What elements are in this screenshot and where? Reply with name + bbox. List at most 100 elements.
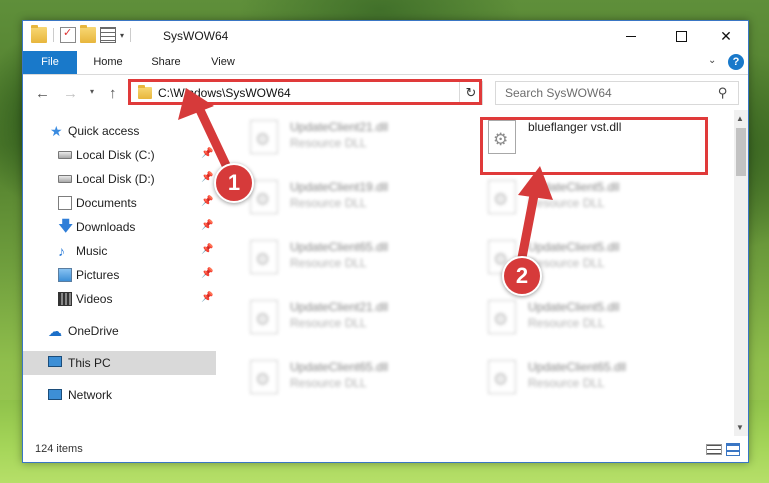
pin-icon[interactable]: 📌 <box>201 268 213 279</box>
up-button[interactable]: ↑ <box>109 85 117 102</box>
dll-file-icon <box>250 300 278 334</box>
file-item[interactable]: UpdateClient5.dll Resource DLL <box>484 296 704 350</box>
sidebar-item-videos[interactable]: Videos 📌 <box>23 288 216 310</box>
tab-file[interactable]: File <box>23 51 77 74</box>
recent-locations-button[interactable]: ▾ <box>90 87 94 96</box>
disk-icon <box>58 175 72 183</box>
search-icon[interactable]: ⚲ <box>718 85 728 101</box>
file-type: Resource DLL <box>528 196 605 210</box>
dll-file-icon <box>488 180 516 214</box>
item-count: 124 items <box>35 443 83 455</box>
file-name: UpdateClient21.dll <box>290 120 389 134</box>
tab-share[interactable]: Share <box>143 51 189 74</box>
pin-icon[interactable]: 📌 <box>201 196 213 207</box>
file-name: UpdateClient5.dll <box>528 300 620 314</box>
toolbar-separator <box>130 28 132 42</box>
file-item[interactable]: UpdateClient21.dll Resource DLL <box>246 116 466 170</box>
file-item[interactable]: UpdateClient65.dll Resource DLL <box>484 356 704 410</box>
file-item[interactable]: UpdateClient5.dll Resource DLL <box>484 176 704 230</box>
minimize-button[interactable] <box>608 21 654 51</box>
back-button[interactable]: ← <box>35 85 50 102</box>
pin-icon[interactable]: 📌 <box>201 292 213 303</box>
pc-icon <box>48 356 62 367</box>
dll-file-icon <box>488 360 516 394</box>
status-bar: 124 items <box>23 436 748 462</box>
file-type: Resource DLL <box>290 256 367 270</box>
ribbon-expand-icon[interactable]: ⌄ <box>708 55 716 66</box>
ribbon-tabs: File Home Share View ⌄ ? <box>23 51 748 75</box>
sidebar-item-label: Videos <box>76 292 113 306</box>
file-item[interactable]: UpdateClient65.dll Resource DLL <box>246 236 466 290</box>
dll-file-icon <box>250 180 278 214</box>
view-icon[interactable] <box>100 27 116 43</box>
sidebar-item-documents[interactable]: Documents 📌 <box>23 192 216 214</box>
sidebar-item-label: Network <box>68 388 113 402</box>
details-view-icon[interactable] <box>706 444 722 455</box>
quick-access-toolbar: ▾ <box>31 25 133 43</box>
toolbar-separator <box>53 28 54 42</box>
sidebar-item-this-pc[interactable]: This PC <box>23 351 216 375</box>
file-item[interactable]: UpdateClient65.dll Resource DLL <box>246 356 466 410</box>
sidebar-item-onedrive[interactable]: ☁ OneDrive <box>23 320 216 342</box>
disk-icon <box>58 151 72 159</box>
network-icon <box>48 389 62 400</box>
forward-button[interactable]: → <box>63 85 78 102</box>
tab-view[interactable]: View <box>201 51 245 74</box>
sidebar-item-music[interactable]: ♪ Music 📌 <box>23 240 216 262</box>
scroll-down-icon[interactable]: ▼ <box>736 423 744 432</box>
pictures-icon <box>58 268 72 282</box>
file-item[interactable]: UpdateClient19.dll Resource DLL <box>246 176 466 230</box>
sidebar-item-quick-access[interactable]: ★ Quick access <box>23 120 216 142</box>
new-folder-icon[interactable] <box>80 25 96 43</box>
tiles-view-icon[interactable] <box>726 443 740 456</box>
title-bar: ▾ SysWOW64 ✕ <box>23 21 748 51</box>
close-button[interactable]: ✕ <box>703 21 749 51</box>
file-type: Resource DLL <box>290 196 367 210</box>
file-name: UpdateClient19.dll <box>290 180 389 194</box>
sidebar-item-local-disk-c[interactable]: Local Disk (C:) 📌 <box>23 144 216 166</box>
maximize-button[interactable] <box>658 21 704 51</box>
search-input[interactable]: Search SysWOW64 ⚲ <box>495 81 739 105</box>
file-name: UpdateClient65.dll <box>528 360 627 374</box>
file-name: UpdateClient65.dll <box>290 240 389 254</box>
file-name: UpdateClient5.dll <box>528 180 620 194</box>
sidebar-item-local-disk-d[interactable]: Local Disk (D:) 📌 <box>23 168 216 190</box>
dll-file-icon <box>488 300 516 334</box>
pin-icon[interactable]: 📌 <box>201 148 213 159</box>
sidebar-item-network[interactable]: Network <box>23 384 216 406</box>
help-icon[interactable]: ? <box>728 54 744 70</box>
scrollbar-thumb[interactable] <box>736 128 746 176</box>
sidebar-item-label: OneDrive <box>68 324 119 338</box>
sidebar-item-label: Music <box>76 244 108 258</box>
tab-home[interactable]: Home <box>85 51 131 74</box>
scroll-up-icon[interactable]: ▲ <box>736 114 744 123</box>
navigation-pane: ★ Quick access Local Disk (C:) 📌 Local D… <box>23 110 216 436</box>
file-name: UpdateClient5.dll <box>528 240 620 254</box>
folder-icon <box>31 25 47 43</box>
properties-icon[interactable] <box>60 26 76 43</box>
videos-icon <box>58 292 72 306</box>
pin-icon[interactable]: 📌 <box>201 220 213 231</box>
star-icon: ★ <box>50 123 63 139</box>
file-name: UpdateClient65.dll <box>290 360 389 374</box>
file-item[interactable]: UpdateClient21.dll Resource DLL <box>246 296 466 350</box>
pin-icon[interactable]: 📌 <box>201 172 213 183</box>
qat-dropdown-icon[interactable]: ▾ <box>120 31 124 40</box>
sidebar-item-label: Local Disk (D:) <box>76 172 155 186</box>
vertical-scrollbar[interactable]: ▲ ▼ <box>734 110 748 436</box>
dll-file-icon <box>250 240 278 274</box>
sidebar-item-label: Documents <box>76 196 137 210</box>
sidebar-item-label: Downloads <box>76 220 136 234</box>
sidebar-item-pictures[interactable]: Pictures 📌 <box>23 264 216 286</box>
address-highlight-box <box>128 79 482 105</box>
pin-icon[interactable]: 📌 <box>201 244 213 255</box>
file-type: Resource DLL <box>290 316 367 330</box>
music-icon: ♪ <box>58 243 65 259</box>
step-badge-2: 2 <box>502 256 542 296</box>
sidebar-item-downloads[interactable]: 🡇 Downloads 📌 <box>23 216 216 238</box>
sidebar-item-label: Quick access <box>68 124 140 138</box>
search-placeholder: Search SysWOW64 <box>505 86 612 100</box>
file-type: Resource DLL <box>528 376 605 390</box>
file-type: Resource DLL <box>290 136 367 150</box>
sidebar-item-label: This PC <box>68 356 111 370</box>
